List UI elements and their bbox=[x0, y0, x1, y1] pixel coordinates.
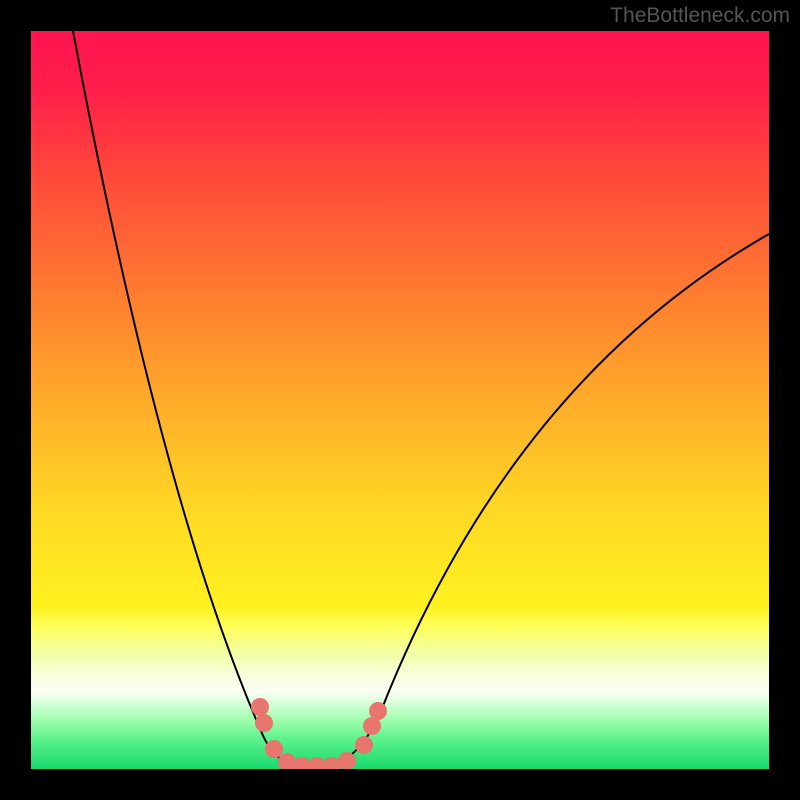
marker-point bbox=[251, 698, 269, 716]
attribution-text: TheBottleneck.com bbox=[610, 4, 790, 28]
marker-point bbox=[255, 714, 273, 732]
marker-point bbox=[355, 736, 373, 754]
bottleneck-chart bbox=[31, 31, 769, 769]
chart-background bbox=[31, 31, 769, 769]
chart-frame bbox=[31, 31, 769, 769]
marker-point bbox=[369, 702, 387, 720]
marker-point bbox=[265, 740, 283, 758]
